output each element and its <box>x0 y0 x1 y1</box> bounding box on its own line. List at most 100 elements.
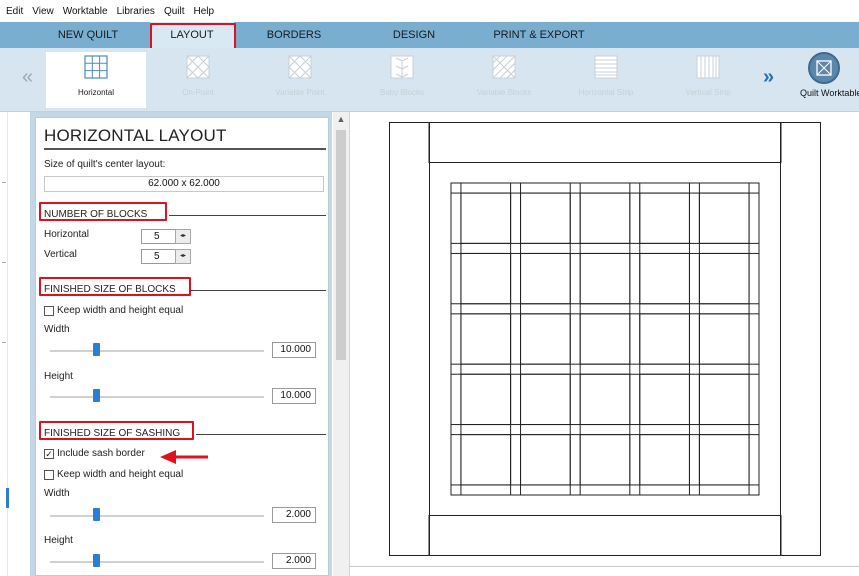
quilt-block <box>520 434 571 486</box>
menu-quilt[interactable]: Quilt <box>164 6 185 17</box>
menu-bar: Edit View Worktable Libraries Quilt Help <box>0 0 859 22</box>
menu-worktable[interactable]: Worktable <box>63 6 108 17</box>
sash-height-slider-handle[interactable] <box>93 554 100 567</box>
quilt-horizontal-sash <box>450 242 760 254</box>
vertical-blocks-field[interactable]: 5 <box>141 249 177 264</box>
quilt-top-border <box>428 122 782 163</box>
quilt-block <box>460 192 512 244</box>
quilt-block <box>579 434 631 486</box>
layout-baby-blocks-label: Baby Blocks <box>379 88 425 97</box>
vertical-strip-icon <box>696 55 720 79</box>
ribbon-prev-button[interactable]: « <box>22 66 33 89</box>
quilt-vertical-sash <box>450 182 462 496</box>
section-rule <box>191 290 326 291</box>
center-size-value: 62.000 x 62.000 <box>44 176 324 192</box>
sash-height-label: Height <box>44 535 73 546</box>
blocks-keep-equal-checkbox[interactable] <box>44 306 54 316</box>
number-of-blocks-heading: NUMBER OF BLOCKS <box>44 209 148 220</box>
left-edge-strip <box>0 112 9 576</box>
tab-borders[interactable]: BORDERS <box>246 22 342 48</box>
layout-variable-blocks-label: Variable Blocks <box>476 88 532 97</box>
variable-blocks-layout-icon <box>492 55 516 79</box>
horizontal-layout-panel: HORIZONTAL LAYOUT Size of quilt's center… <box>35 117 329 576</box>
strip-selection-indicator <box>6 488 9 508</box>
quilt-worktable-label: Quilt Worktable <box>800 88 859 98</box>
sash-width-slider-handle[interactable] <box>93 508 100 521</box>
quilt-outer-border <box>389 122 821 556</box>
layout-vertical-strip-button[interactable]: Vertical Strip <box>658 52 758 108</box>
quilt-block <box>520 192 571 244</box>
scroll-up-icon[interactable]: ▲ <box>333 114 349 124</box>
canvas-bottom-edge <box>349 566 859 567</box>
quilt-right-border <box>780 122 821 556</box>
blocks-keep-equal-label: Keep width and height equal <box>57 305 184 316</box>
quilt-vertical-sash <box>629 182 641 496</box>
block-height-slider-handle[interactable] <box>93 389 100 402</box>
layout-horizontal-strip-button[interactable]: Horizontal Strip <box>556 52 656 108</box>
quilt-preview[interactable] <box>389 122 821 556</box>
menu-view[interactable]: View <box>32 6 54 17</box>
section-rule <box>169 215 326 216</box>
layout-vertical-strip-label: Vertical Strip <box>685 88 731 97</box>
horizontal-blocks-label: Horizontal <box>44 229 90 240</box>
layout-variable-blocks-button[interactable]: Variable Blocks <box>454 52 554 108</box>
sash-keep-equal-checkbox[interactable] <box>44 470 54 480</box>
include-sash-border-label: Include sash border <box>57 448 145 459</box>
tab-design[interactable]: DESIGN <box>366 22 462 48</box>
ribbon-next-button[interactable]: » <box>763 66 774 89</box>
on-point-layout-icon <box>186 55 210 79</box>
scrollbar-thumb[interactable] <box>336 130 346 360</box>
menu-edit[interactable]: Edit <box>6 6 23 17</box>
sash-width-field[interactable]: 2.000 <box>272 507 316 523</box>
menu-libraries[interactable]: Libraries <box>117 6 155 17</box>
quilt-block <box>698 192 750 244</box>
horizontal-blocks-field[interactable]: 5 <box>141 229 177 244</box>
sash-height-slider-track[interactable] <box>50 561 264 563</box>
tab-layout[interactable]: LAYOUT <box>150 22 234 48</box>
quilt-block <box>460 313 512 365</box>
layout-horizontal-button[interactable]: Horizontal <box>46 52 146 108</box>
sash-width-slider-track[interactable] <box>50 515 264 517</box>
quilt-horizontal-sash <box>450 182 760 194</box>
block-height-field[interactable]: 10.000 <box>272 388 316 404</box>
quilt-vertical-sash <box>569 182 581 496</box>
center-size-label: Size of quilt's center layout: <box>44 159 166 170</box>
finished-size-sashing-heading: FINISHED SIZE OF SASHING <box>44 428 181 439</box>
tab-print-export[interactable]: PRINT & EXPORT <box>480 22 598 48</box>
layout-on-point-label: On-Point <box>182 88 214 97</box>
layout-variable-point-label: Variable Point <box>275 88 325 97</box>
quilt-horizontal-sash <box>450 424 760 436</box>
layout-on-point-button[interactable]: On-Point <box>148 52 248 108</box>
quilt-block <box>698 434 750 486</box>
quilt-block <box>579 373 631 426</box>
include-sash-border-checkbox[interactable]: ✓ <box>44 449 54 459</box>
menu-help[interactable]: Help <box>194 6 215 17</box>
sash-keep-equal-label: Keep width and height equal <box>57 469 184 480</box>
vertical-blocks-stepper[interactable]: ◂▸ <box>175 249 191 264</box>
block-width-slider-handle[interactable] <box>93 343 100 356</box>
block-height-slider-track[interactable] <box>50 396 264 398</box>
sash-height-field[interactable]: 2.000 <box>272 553 316 569</box>
quilt-horizontal-sash <box>450 484 760 496</box>
quilt-block <box>520 373 571 426</box>
panel-scrollbar[interactable]: ▲ <box>333 112 349 576</box>
layout-baby-blocks-button[interactable]: Baby Blocks <box>352 52 452 108</box>
strip-mark <box>2 342 6 343</box>
horizontal-strip-icon <box>594 55 618 79</box>
quilt-square-icon <box>816 60 832 76</box>
main-tab-bar: NEW QUILT LAYOUT BORDERS DESIGN PRINT & … <box>0 22 859 48</box>
quilt-block <box>639 192 690 244</box>
layout-variable-point-button[interactable]: Variable Point <box>250 52 350 108</box>
annotation-arrow-icon <box>160 450 208 464</box>
tab-new-quilt[interactable]: NEW QUILT <box>40 22 136 48</box>
quilt-block <box>520 252 571 305</box>
quilt-block <box>579 192 631 244</box>
quilt-worktable-button[interactable]: Quilt Worktable <box>800 52 859 108</box>
sash-width-label: Width <box>44 488 70 499</box>
block-width-slider-track[interactable] <box>50 350 264 352</box>
horizontal-blocks-stepper[interactable]: ◂▸ <box>175 229 191 244</box>
quilt-block <box>460 252 512 305</box>
quilt-block <box>639 252 690 305</box>
block-width-field[interactable]: 10.000 <box>272 342 316 358</box>
panel-title-rule <box>44 148 326 150</box>
